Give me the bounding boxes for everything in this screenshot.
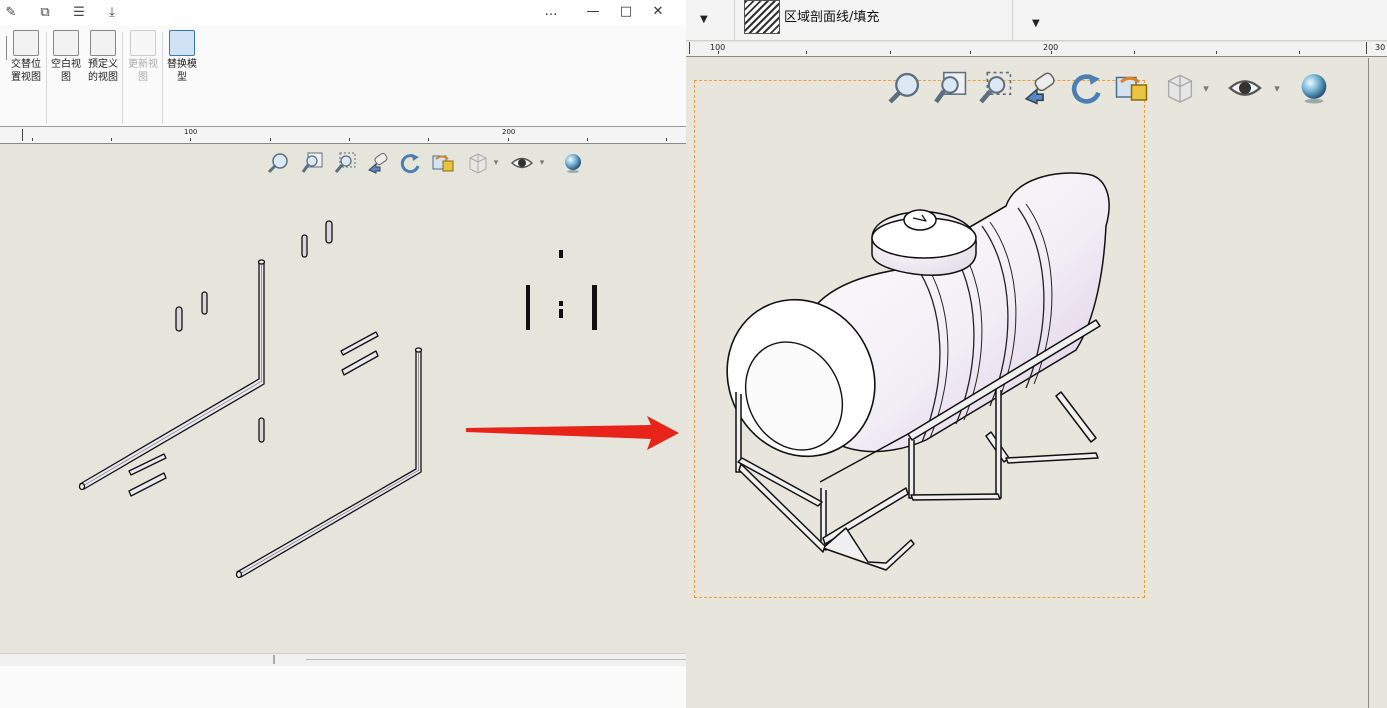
- ruler-tick: [22, 129, 23, 141]
- toolbar-separator: [1012, 0, 1013, 40]
- ruler-label: 30: [1375, 43, 1386, 52]
- ribbon-toolbar: 交替位置视图 空白视图 预定义的视图 更新视图 替换模型: [0, 26, 686, 126]
- right-solidworks-window: ▼ 区域剖面线/填充 ▼ 100 200 30 ▾ ▾: [686, 0, 1387, 708]
- scrollbar-splitter[interactable]: [273, 655, 275, 664]
- ruler-tick: [111, 138, 112, 141]
- ruler-label: 100: [184, 128, 198, 136]
- ruler-tick: [689, 42, 690, 54]
- blank-view-button[interactable]: 空白视图: [48, 30, 84, 84]
- blank-view-label: 空白视图: [51, 59, 81, 83]
- predefined-view-icon: [90, 30, 116, 56]
- title-bar: ✎ ⧉ ☰ ⤓ … — □ ✕: [0, 0, 686, 24]
- predefined-view-button[interactable]: 预定义的视图: [84, 30, 122, 84]
- ruler-tick: [1134, 51, 1135, 54]
- chevron-down-icon[interactable]: ▼: [700, 14, 708, 25]
- ruler-label: 200: [1043, 43, 1059, 52]
- ruler-tick: [806, 51, 807, 54]
- copy-window-icon[interactable]: ⧉: [36, 3, 54, 21]
- update-view-icon: [130, 30, 156, 56]
- area-hatch-fill-label[interactable]: 区域剖面线/填充: [784, 6, 879, 25]
- ruler-tick: [428, 138, 429, 141]
- ruler-label: 100: [710, 43, 726, 52]
- ruler-tick: [890, 51, 891, 54]
- close-button[interactable]: ✕: [643, 1, 673, 21]
- ruler-tick: [1216, 51, 1217, 54]
- replace-model-label: 替换模型: [167, 59, 197, 83]
- scrollbar-thumb[interactable]: [306, 659, 686, 660]
- alternate-position-view-icon: [13, 30, 39, 56]
- ruler-tick: [970, 51, 971, 54]
- water-tank-model: [726, 172, 1110, 571]
- left-solidworks-window: ✎ ⧉ ☰ ⤓ … — □ ✕ 交替位置视图 空白视图 预定义的视图 更新视图: [0, 0, 686, 708]
- ruler-tick: [1366, 42, 1367, 54]
- status-area: [0, 666, 686, 708]
- translate-icon[interactable]: ☰: [70, 3, 88, 21]
- blank-view-icon: [53, 30, 79, 56]
- toolbar-separator: [734, 0, 735, 40]
- ruler-tick: [587, 138, 588, 141]
- chevron-down-icon[interactable]: ▼: [1032, 18, 1040, 29]
- replace-model-icon: [169, 30, 195, 56]
- ruler-tick: [508, 138, 509, 141]
- drawing-canvas-left[interactable]: ▾ ▾: [0, 144, 686, 653]
- ruler-tick: [349, 138, 350, 141]
- alternate-position-view-label: 交替位置视图: [11, 59, 41, 83]
- ruler-tick: [666, 138, 667, 141]
- ribbon-separator: [46, 32, 47, 124]
- horizontal-scrollbar[interactable]: [0, 653, 686, 666]
- ruler-tick: [1299, 51, 1300, 54]
- replace-model-button[interactable]: 替换模型: [164, 30, 200, 84]
- top-toolbar: ▼ 区域剖面线/填充 ▼: [686, 0, 1387, 41]
- predefined-view-label: 预定义的视图: [88, 59, 118, 83]
- horizontal-ruler: 100 200: [0, 126, 686, 144]
- ruler-label: 200: [502, 128, 516, 136]
- edit-icon[interactable]: ✎: [2, 3, 20, 21]
- ribbon-separator: [122, 32, 123, 124]
- ruler-tick: [32, 138, 33, 141]
- update-view-label: 更新视图: [128, 59, 158, 83]
- ruler-tick: [190, 138, 191, 141]
- alternate-position-view-button[interactable]: 交替位置视图: [6, 30, 46, 84]
- more-options-button[interactable]: …: [536, 1, 566, 21]
- vertical-scrollbar[interactable]: [1368, 58, 1387, 708]
- maximize-button[interactable]: □: [611, 1, 641, 21]
- update-view-button[interactable]: 更新视图: [124, 30, 162, 84]
- ruler-tick: [270, 138, 271, 141]
- drawing-canvas-right[interactable]: ▾ ▾: [686, 58, 1368, 708]
- ribbon-separator: [162, 32, 163, 124]
- area-hatch-fill-icon[interactable]: [744, 0, 780, 34]
- download-icon[interactable]: ⤓: [103, 3, 121, 21]
- minimize-button[interactable]: —: [578, 1, 608, 21]
- horizontal-ruler: 100 200 30: [686, 42, 1387, 57]
- exploded-frame-drawing: [78, 220, 679, 579]
